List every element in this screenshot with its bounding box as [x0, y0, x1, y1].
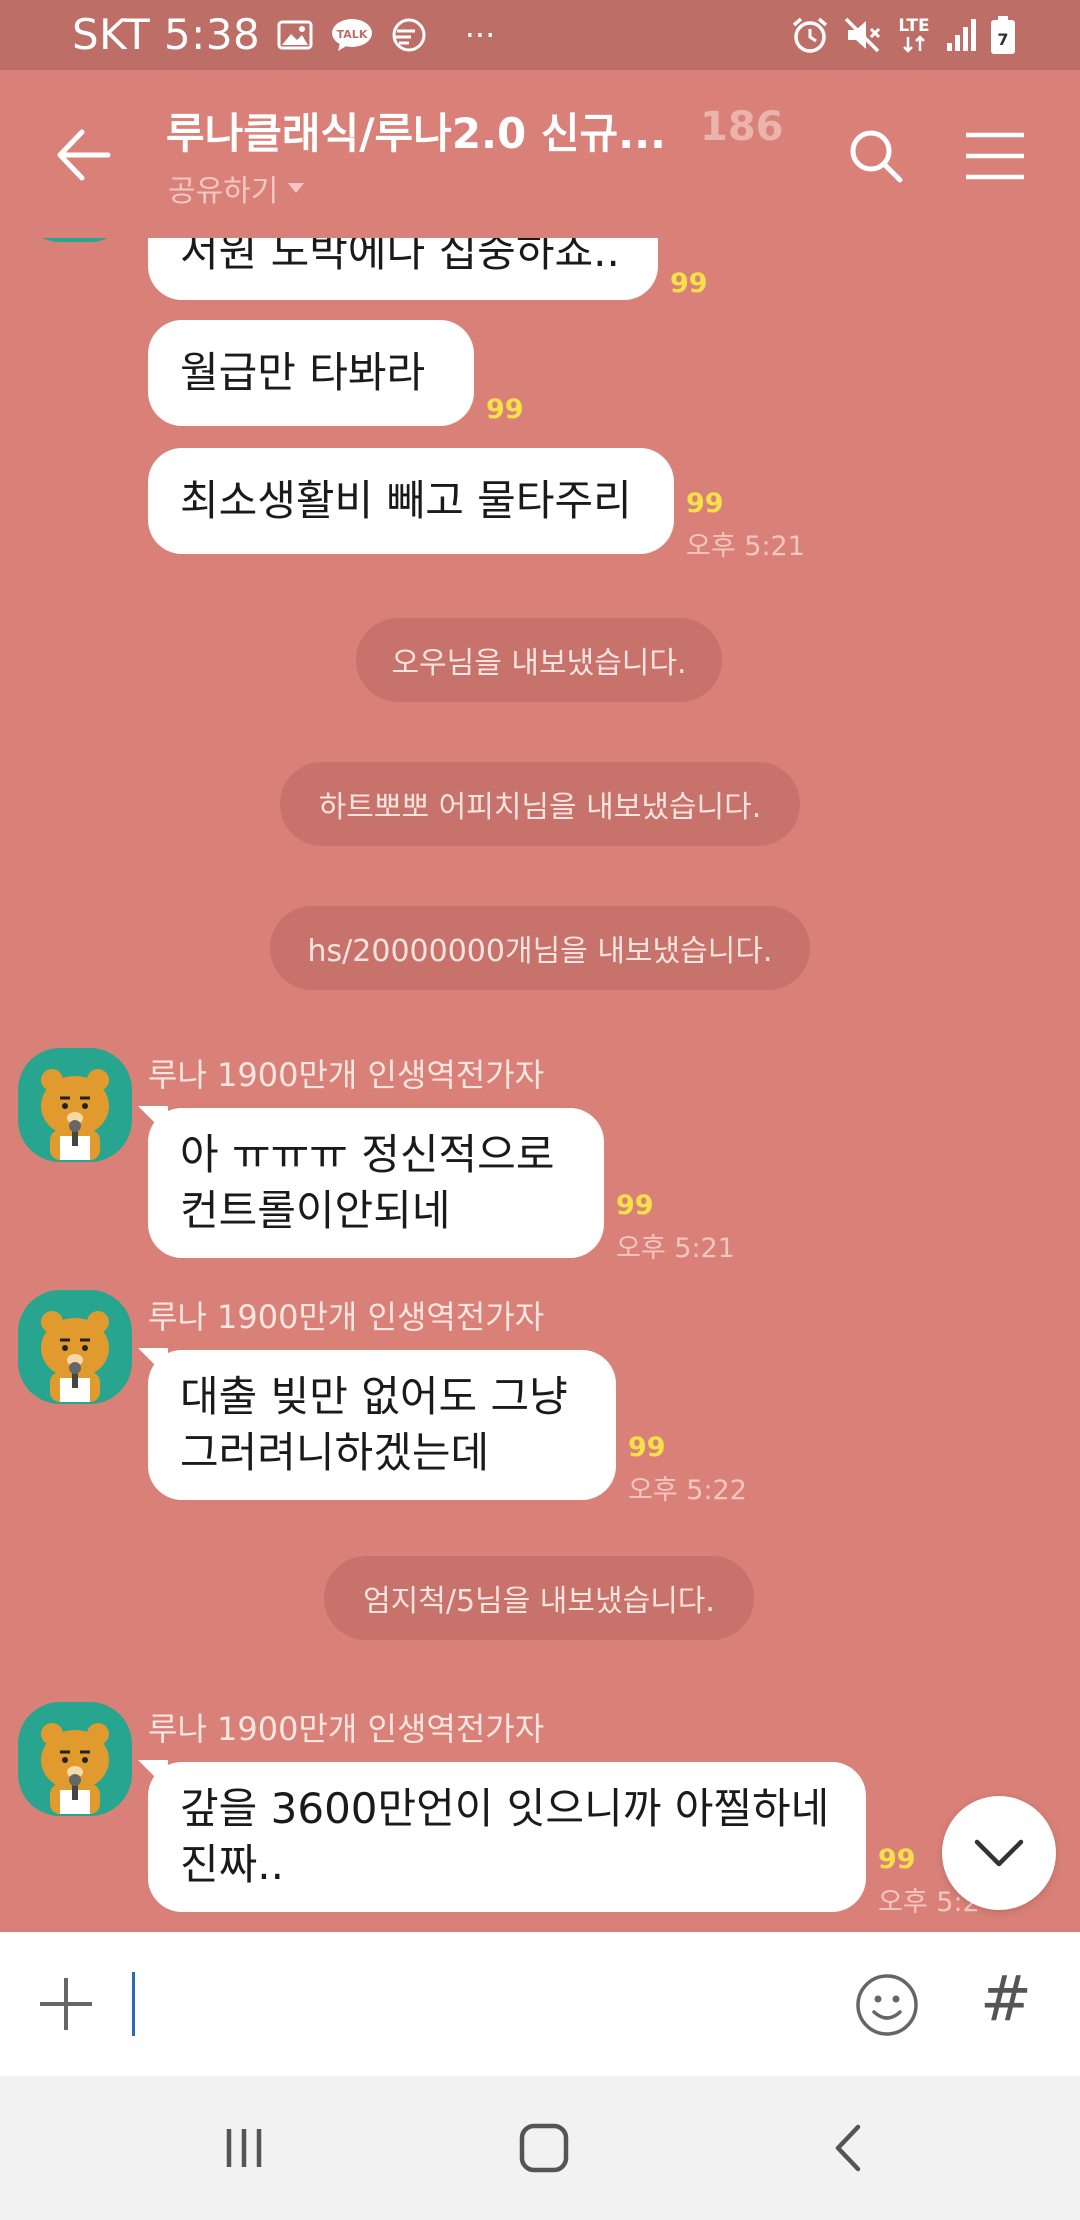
system-message-text: 엄지척/5님을 내보냈습니다. — [363, 1584, 715, 1619]
message-time: 오후 5:21 — [616, 1233, 735, 1264]
member-count: 186 — [700, 104, 784, 150]
carrier-time: SKT 5:38 — [72, 10, 261, 59]
emoji-icon — [856, 1974, 918, 2036]
lte-indicator: LTE — [894, 14, 934, 56]
system-message-text: 하트뽀뽀 어피치님을 내보냈습니다. — [318, 790, 762, 825]
message-text: 서원 도박에다 집중하죠.. — [180, 238, 620, 276]
status-bar: SKT 5:38 TALK ··· LTE 7 — [0, 0, 1080, 70]
recents-icon — [226, 2129, 262, 2167]
room-title[interactable]: 루나클래식/루나2.0 신규... — [166, 100, 666, 161]
system-message: 하트뽀뽀 어피치님을 내보냈습니다. — [280, 762, 800, 846]
sender-name: 루나 1900만개 인생역전가자 — [148, 1298, 545, 1336]
system-message-text: hs/20000000개님을 내보냈습니다. — [307, 934, 773, 969]
talk-badge: TALK — [337, 28, 368, 41]
ryan-character-icon — [41, 1311, 109, 1402]
message-line: 그러려니하겠는데 — [180, 1428, 490, 1477]
attach-button[interactable] — [36, 1974, 96, 2034]
avatar[interactable] — [18, 1290, 132, 1404]
gallery-icon — [276, 14, 314, 56]
message-bubble[interactable]: 최소생활비 빼고 물타주리 — [148, 448, 674, 554]
system-message-text: 오우님을 내보냈습니다. — [391, 646, 687, 681]
message-input-bar: # — [0, 1932, 1080, 2076]
avatar[interactable] — [18, 238, 132, 242]
chat-area[interactable]: 서원 도박에다 집중하죠.. 99 월급만 타봐라 99 최소생활비 빼고 물타… — [0, 238, 1080, 1932]
chat-header: 루나클래식/루나2.0 신규... 186 공유하기 — [0, 70, 1080, 238]
hamburger-menu-icon — [966, 132, 1024, 180]
message-text: 최소생활비 빼고 물타주리 — [180, 476, 632, 525]
unread-count: 99 — [670, 268, 708, 299]
message-bubble[interactable]: 대출 빚만 없어도 그냥 그러려니하겠는데 — [148, 1350, 616, 1500]
message-bubble[interactable]: 월급만 타봐라 — [148, 320, 474, 426]
sender-name: 루나 1900만개 인생역전가자 — [148, 1710, 545, 1748]
ryan-character-icon — [41, 1723, 109, 1814]
unread-count: 99 — [486, 394, 524, 425]
back-nav-button[interactable] — [818, 2118, 878, 2178]
share-label: 공유하기 — [168, 174, 279, 209]
unread-count: 99 — [628, 1432, 666, 1463]
menu-button[interactable] — [964, 130, 1026, 182]
unread-count: 99 — [616, 1190, 654, 1221]
kakaotalk-icon: TALK — [330, 14, 374, 56]
message-bubble[interactable]: 갚을 3600만언이 잇으니까 아찔하네 진짜.. — [148, 1762, 866, 1912]
message-line: 컨트롤이안되네 — [180, 1186, 451, 1235]
message-bubble[interactable]: 아 ㅠㅠㅠ 정신적으로 컨트롤이안되네 — [148, 1108, 604, 1258]
system-message: 엄지척/5님을 내보냈습니다. — [324, 1556, 754, 1640]
hash-icon[interactable]: # — [980, 1962, 1032, 2035]
avatar[interactable] — [18, 1702, 132, 1816]
message-line: 갚을 3600만언이 잇으니까 아찔하네 — [180, 1784, 830, 1833]
mute-icon — [842, 14, 882, 56]
message-input[interactable] — [130, 1968, 810, 2040]
back-button[interactable] — [50, 120, 120, 190]
back-nav-icon — [835, 2124, 861, 2172]
scroll-to-bottom-button[interactable] — [942, 1796, 1056, 1910]
message-line: 진짜.. — [180, 1840, 284, 1889]
share-dropdown[interactable]: 공유하기 — [168, 166, 306, 210]
home-icon — [519, 2123, 569, 2173]
avatar[interactable] — [18, 1048, 132, 1162]
signal-icon — [944, 14, 980, 56]
search-button[interactable] — [846, 126, 906, 186]
unread-count: 99 — [878, 1844, 916, 1875]
message-line: 아 ㅠㅠㅠ 정신적으로 — [180, 1130, 555, 1179]
system-message: 오우님을 내보냈습니다. — [356, 618, 722, 702]
search-icon — [850, 130, 903, 183]
back-arrow-icon — [57, 129, 111, 181]
message-time: 오후 5:22 — [628, 1475, 747, 1506]
unread-count: 99 — [686, 488, 724, 519]
recents-button[interactable] — [214, 2118, 274, 2178]
emoji-button[interactable] — [854, 1972, 920, 2038]
message-time: 오후 5:21 — [686, 531, 805, 562]
lte-label: LTE — [898, 16, 930, 36]
sender-name: 루나 1900만개 인생역전가자 — [148, 1056, 545, 1094]
more-notifications-icon: ··· — [464, 16, 496, 54]
battery-icon: 7 — [988, 14, 1018, 56]
message-bubble[interactable]: 서원 도박에다 집중하죠.. — [148, 238, 658, 300]
battery-level: 7 — [997, 30, 1008, 49]
home-button[interactable] — [514, 2118, 574, 2178]
system-nav-bar — [0, 2076, 1080, 2220]
system-message: hs/20000000개님을 내보냈습니다. — [270, 906, 810, 990]
chevron-down-icon — [974, 1839, 1024, 1867]
message-line: 대출 빚만 없어도 그냥 — [180, 1372, 568, 1421]
sync-icon — [388, 14, 430, 56]
plus-icon — [40, 1978, 92, 2030]
alarm-icon — [790, 14, 830, 56]
message-text: 월급만 타봐라 — [180, 348, 426, 397]
text-cursor — [132, 1972, 135, 2036]
ryan-character-icon — [41, 1069, 109, 1160]
caret-down-icon — [288, 183, 305, 193]
